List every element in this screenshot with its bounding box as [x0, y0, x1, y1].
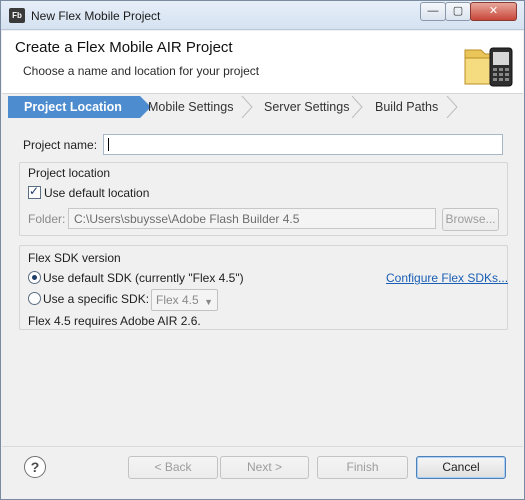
folder-label: Folder:: [28, 212, 66, 226]
use-specific-sdk-label[interactable]: Use a specific SDK:: [43, 292, 149, 306]
step-project-location[interactable]: Project Location: [8, 96, 151, 118]
browse-button[interactable]: Browse...: [442, 208, 499, 231]
folder-phone-icon: [464, 47, 513, 87]
folder-path-field[interactable]: C:\Users\sbuysse\Adobe Flash Builder 4.5: [68, 208, 436, 229]
next-button[interactable]: Next >: [220, 456, 309, 479]
text-cursor: [108, 138, 109, 151]
step-chevron-icon: [241, 96, 253, 118]
step-chevron-icon: [446, 96, 458, 118]
project-name-input[interactable]: [103, 134, 503, 155]
window-title: New Flex Mobile Project: [31, 9, 161, 23]
back-button[interactable]: < Back: [128, 456, 218, 479]
maximize-button[interactable]: ▢: [445, 2, 471, 21]
specific-sdk-value: Flex 4.5: [156, 293, 199, 307]
footer-divider: [2, 446, 523, 447]
dialog-window: Fb New Flex Mobile Project — ▢ ✕ Create …: [0, 0, 525, 500]
use-default-location-label[interactable]: Use default location: [44, 186, 149, 200]
sdk-requirement-note: Flex 4.5 requires Adobe AIR 2.6.: [28, 314, 201, 328]
use-specific-sdk-radio[interactable]: [28, 292, 41, 305]
use-default-location-checkbox[interactable]: [28, 184, 41, 199]
specific-sdk-select[interactable]: Flex 4.5 ▼: [151, 289, 218, 311]
flex-sdk-group-title: Flex SDK version: [28, 251, 121, 265]
use-default-sdk-label[interactable]: Use default SDK (currently "Flex 4.5"): [43, 271, 244, 285]
wizard-title: Create a Flex Mobile AIR Project: [15, 39, 233, 56]
project-location-group-title: Project location: [28, 166, 111, 180]
cancel-button[interactable]: Cancel: [416, 456, 506, 479]
wizard-subtitle: Choose a name and location for your proj…: [23, 64, 260, 78]
step-build-paths[interactable]: Build Paths: [375, 96, 438, 118]
flash-builder-app-icon: Fb: [9, 8, 25, 23]
minimize-button[interactable]: —: [420, 2, 446, 21]
step-server-settings[interactable]: Server Settings: [264, 96, 349, 118]
step-chevron-icon: [351, 96, 363, 118]
wizard-header: Create a Flex Mobile AIR Project Choose …: [2, 31, 523, 94]
step-mobile-settings[interactable]: Mobile Settings: [148, 96, 233, 118]
title-bar[interactable]: Fb New Flex Mobile Project — ▢ ✕: [1, 1, 524, 30]
close-button[interactable]: ✕: [470, 2, 517, 21]
wizard-steps: Project Location Mobile Settings Server …: [8, 96, 518, 118]
project-name-label: Project name:: [23, 138, 98, 152]
help-icon[interactable]: ?: [24, 456, 46, 478]
chevron-down-icon: ▼: [204, 297, 213, 307]
use-default-sdk-radio[interactable]: [28, 271, 41, 284]
finish-button[interactable]: Finish: [317, 456, 408, 479]
configure-flex-sdks-link[interactable]: Configure Flex SDKs...: [386, 271, 508, 285]
